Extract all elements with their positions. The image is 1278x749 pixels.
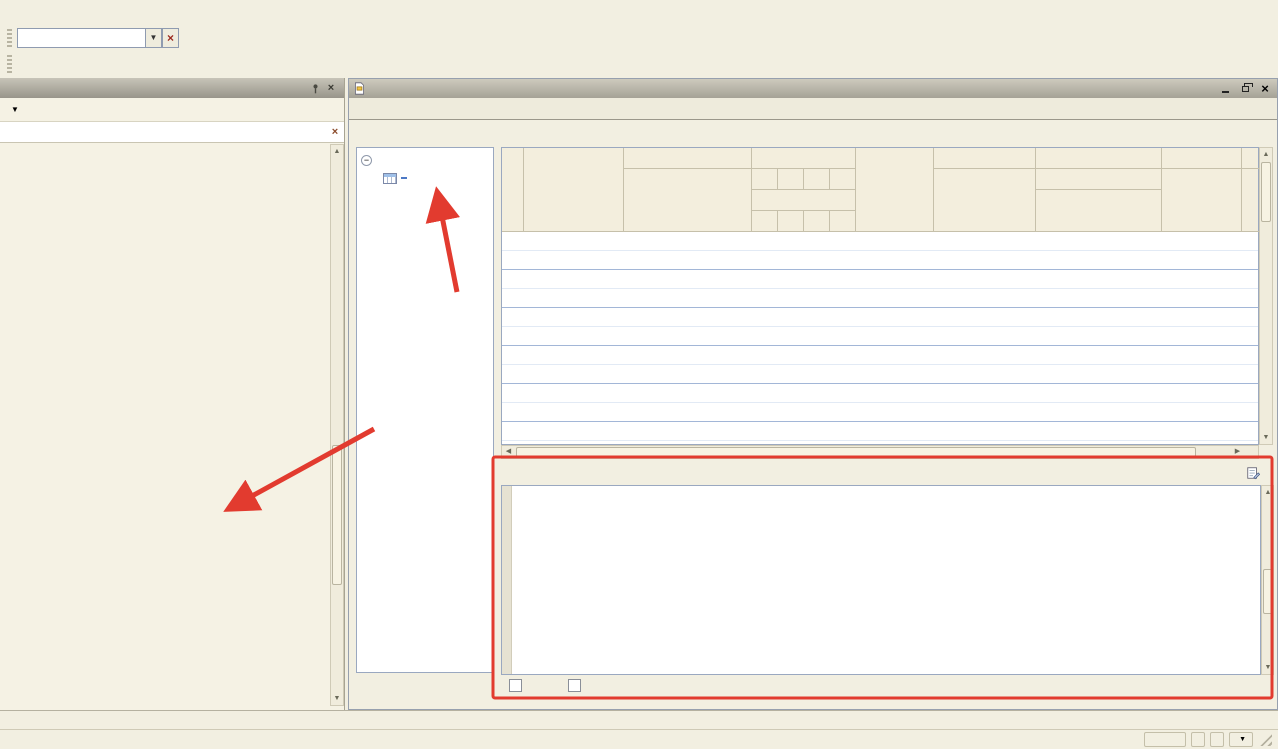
scroll-left-icon[interactable]: ◀ bbox=[502, 446, 515, 458]
fields-horizontal-scrollbar[interactable]: ◀ ▶ bbox=[501, 445, 1259, 459]
scroll-up-icon[interactable]: ▲ bbox=[1260, 148, 1272, 161]
configuration-actions-bar: ▼ bbox=[0, 98, 344, 122]
language-selector[interactable]: ▼ bbox=[1229, 732, 1253, 747]
restore-icon[interactable] bbox=[1237, 82, 1253, 96]
window-taskbar bbox=[0, 710, 1278, 729]
query-text-editor[interactable] bbox=[501, 485, 1261, 675]
secondary-toolbar bbox=[0, 51, 1278, 77]
pin-icon[interactable] bbox=[307, 81, 323, 95]
scroll-down-icon[interactable]: ▼ bbox=[1260, 431, 1272, 444]
col-mini[interactable] bbox=[830, 211, 856, 232]
col-mini[interactable] bbox=[830, 169, 856, 190]
col-hierarchy[interactable] bbox=[1036, 148, 1162, 169]
dataset-item[interactable] bbox=[357, 169, 493, 187]
dcs-tab-strip bbox=[349, 98, 1277, 120]
col-field-restriction[interactable] bbox=[752, 148, 856, 169]
resize-grip[interactable] bbox=[1259, 733, 1272, 746]
col-mini[interactable] bbox=[778, 169, 804, 190]
tree-scrollbar[interactable]: ▲ ▼ bbox=[330, 144, 344, 706]
search-combo: ▼ × bbox=[17, 28, 179, 48]
toolbar-grip[interactable] bbox=[7, 55, 12, 73]
caps-indicator bbox=[1191, 732, 1205, 747]
scroll-up-icon[interactable]: ▲ bbox=[1262, 486, 1274, 499]
col-last[interactable] bbox=[1242, 148, 1260, 169]
fields-table bbox=[501, 147, 1259, 445]
col-mini[interactable] bbox=[804, 211, 830, 232]
use-grouping-checkbox[interactable] bbox=[568, 679, 581, 692]
col-role[interactable] bbox=[856, 148, 934, 232]
editor-gutter bbox=[502, 486, 512, 674]
fields-vertical-scrollbar[interactable]: ▲ ▼ bbox=[1259, 147, 1273, 445]
query-scrollbar[interactable]: ▲ ▼ bbox=[1261, 485, 1274, 675]
fields-table-body bbox=[502, 232, 1258, 444]
scroll-up-icon[interactable]: ▲ bbox=[331, 145, 343, 158]
configuration-panel-titlebar: × bbox=[0, 78, 344, 98]
col-attr-restriction[interactable] bbox=[752, 190, 856, 211]
close-window-icon[interactable]: × bbox=[1257, 82, 1273, 96]
datasets-root-label bbox=[377, 159, 383, 161]
num-indicator bbox=[1210, 732, 1224, 747]
toolbar-grip[interactable] bbox=[7, 29, 12, 47]
col-mini[interactable] bbox=[752, 211, 778, 232]
query-options bbox=[501, 679, 581, 692]
autofill-checkbox[interactable] bbox=[509, 679, 522, 692]
standard-toolbar: ▼ × bbox=[0, 24, 1278, 51]
dataset-item-label bbox=[401, 177, 407, 179]
status-empty-box bbox=[1144, 732, 1186, 747]
tree-search-input[interactable] bbox=[0, 123, 326, 142]
clear-search-icon[interactable]: × bbox=[326, 126, 344, 138]
datasets-panel: − bbox=[356, 147, 494, 673]
col-hierarchy-dataset[interactable] bbox=[1036, 169, 1162, 190]
datasets-root-item[interactable]: − bbox=[357, 151, 493, 169]
scroll-down-icon[interactable]: ▼ bbox=[331, 692, 343, 705]
chevron-down-icon: ▼ bbox=[11, 105, 19, 114]
scroll-right-icon[interactable]: ▶ bbox=[1231, 446, 1244, 458]
col-last-sub[interactable] bbox=[1242, 169, 1260, 232]
chevron-down-icon: ▼ bbox=[1239, 736, 1246, 743]
configuration-panel: × ▼ × ▲ ▼ bbox=[0, 78, 345, 710]
configurator-window: ▼ × × ▼ × ▲ bbox=[0, 0, 1278, 749]
fields-table-header bbox=[502, 148, 1258, 232]
query-constructor-icon bbox=[1246, 466, 1260, 480]
combo-dropdown-icon[interactable]: ▼ bbox=[145, 28, 162, 48]
combo-clear-icon[interactable]: × bbox=[162, 28, 179, 48]
scroll-down-icon[interactable]: ▼ bbox=[1262, 661, 1274, 674]
dcs-editor-window: × − bbox=[348, 78, 1278, 710]
status-bar: ▼ bbox=[0, 729, 1278, 749]
search-input[interactable] bbox=[17, 28, 145, 48]
schema-doc-icon bbox=[353, 82, 366, 95]
col-mini[interactable] bbox=[778, 211, 804, 232]
close-icon[interactable]: × bbox=[323, 81, 339, 95]
metadata-tree bbox=[0, 144, 329, 706]
query-constructor-link[interactable] bbox=[1246, 466, 1263, 480]
col-field[interactable] bbox=[524, 148, 624, 232]
dcs-window-titlebar[interactable]: × bbox=[349, 79, 1277, 98]
menu-bar bbox=[0, 0, 1278, 24]
minimize-icon[interactable] bbox=[1217, 82, 1233, 96]
col-expression[interactable] bbox=[934, 148, 1036, 169]
col-value-type-sub[interactable] bbox=[1162, 169, 1242, 232]
collapse-icon[interactable]: − bbox=[361, 155, 372, 166]
col-hierarchy-parameter[interactable] bbox=[1036, 190, 1162, 232]
actions-menu-button[interactable]: ▼ bbox=[4, 103, 23, 116]
col-autotitle[interactable] bbox=[624, 169, 752, 232]
col-value-type[interactable] bbox=[1162, 148, 1242, 169]
col-expression-sub[interactable] bbox=[934, 169, 1036, 232]
configuration-search-bar: × bbox=[0, 122, 344, 143]
col-mini[interactable] bbox=[752, 169, 778, 190]
col-path[interactable] bbox=[624, 148, 752, 169]
dataset-table-icon bbox=[383, 173, 397, 184]
col-mini[interactable] bbox=[804, 169, 830, 190]
